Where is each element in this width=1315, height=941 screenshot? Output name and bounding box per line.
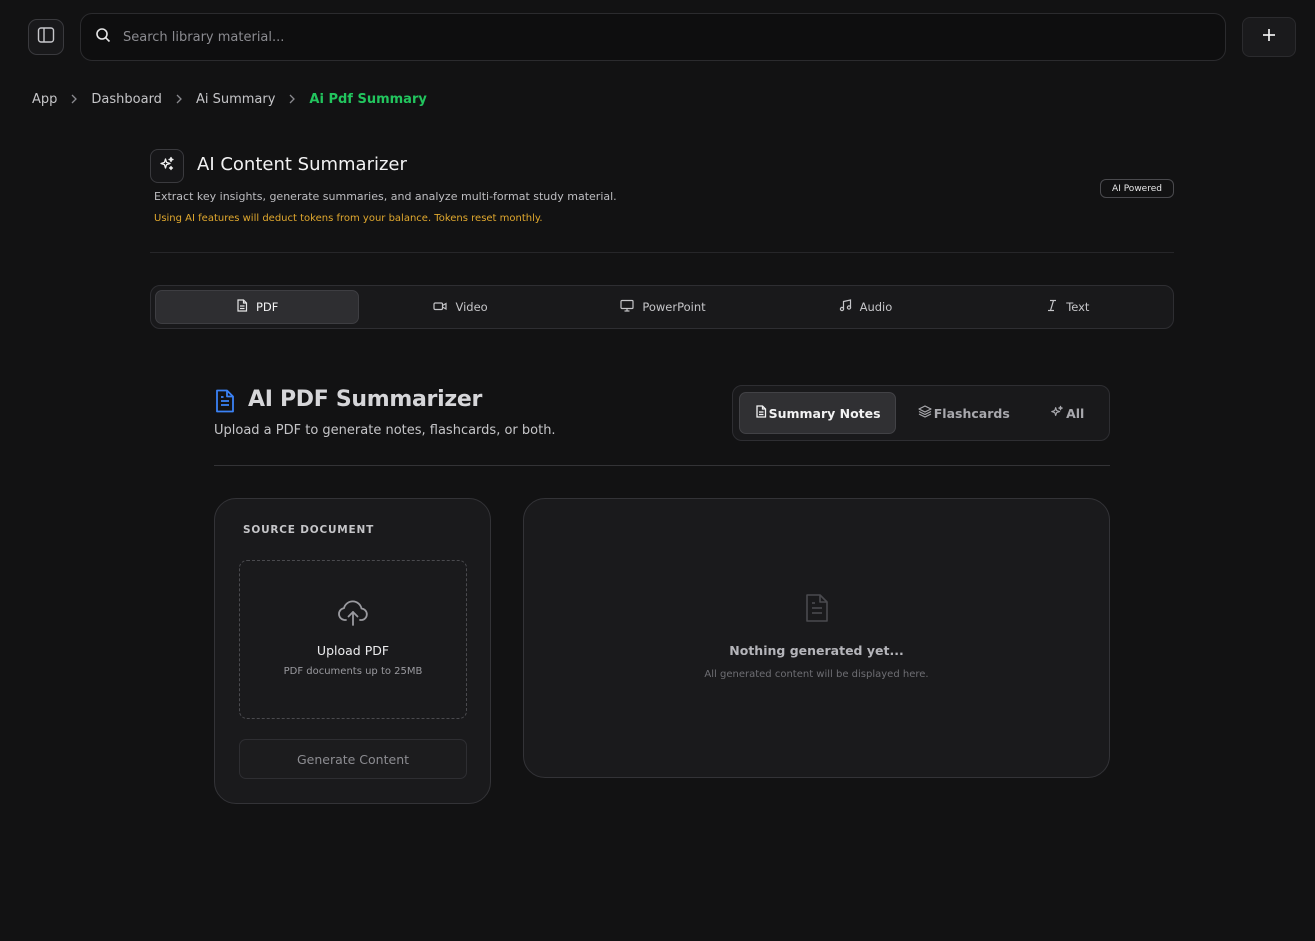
sparkles-icon <box>1050 405 1064 422</box>
summarizer-title: AI PDF Summarizer <box>248 387 483 412</box>
layers-icon <box>918 405 932 421</box>
tab-pdf[interactable]: PDF <box>155 290 360 324</box>
summarizer-subtitle: Upload a PDF to generate notes, flashcar… <box>214 423 556 438</box>
new-item-button[interactable] <box>1242 17 1296 57</box>
source-document-card: SOURCE DOCUMENT Upload PDF PDF documents… <box>214 498 491 804</box>
tab-label: Text <box>1066 300 1090 314</box>
tab-audio[interactable]: Audio <box>764 290 966 324</box>
chevron-right-icon <box>275 94 309 104</box>
empty-state-subtitle: All generated content will be displayed … <box>704 669 929 680</box>
video-icon <box>433 300 448 315</box>
page-description: Extract key insights, generate summaries… <box>154 190 617 203</box>
mode-label: Flashcards <box>933 405 1010 421</box>
ai-powered-badge: AI Powered <box>1100 179 1174 198</box>
file-text-icon <box>236 299 248 315</box>
sparkles-icon <box>159 156 175 176</box>
source-label: SOURCE DOCUMENT <box>243 524 375 536</box>
mode-flashcards[interactable]: Flashcards <box>900 392 1027 434</box>
token-warning: Using AI features will deduct tokens fro… <box>154 213 543 224</box>
search-icon <box>95 27 111 47</box>
tab-label: PowerPoint <box>642 300 706 314</box>
empty-state-title: Nothing generated yet... <box>729 643 904 658</box>
cloud-upload-icon <box>337 599 369 631</box>
output-panel: Nothing generated yet... All generated c… <box>523 498 1110 778</box>
italic-text-icon <box>1046 299 1058 315</box>
header-divider <box>150 252 1174 253</box>
mode-label: All <box>1066 405 1085 421</box>
presentation-icon <box>620 299 634 315</box>
search-input[interactable] <box>121 28 1225 46</box>
pdf-upload-dropzone[interactable]: Upload PDF PDF documents up to 25MB <box>239 560 467 719</box>
breadcrumb-ai-summary[interactable]: Ai Summary <box>196 92 275 107</box>
upload-hint: PDF documents up to 25MB <box>283 666 423 677</box>
mode-label: Summary Notes <box>768 405 881 421</box>
tab-label: Audio <box>859 300 893 314</box>
page-title: AI Content Summarizer <box>197 154 407 175</box>
chevron-right-icon <box>162 94 196 104</box>
plus-icon <box>1261 27 1277 47</box>
music-icon <box>839 299 852 315</box>
mode-all[interactable]: All <box>1031 392 1103 434</box>
file-text-icon <box>804 593 830 627</box>
sidebar-toggle-button[interactable] <box>28 19 64 55</box>
upload-title: Upload PDF <box>316 643 390 658</box>
breadcrumb-dashboard[interactable]: Dashboard <box>91 92 162 107</box>
mode-summary-notes[interactable]: Summary Notes <box>739 392 897 434</box>
file-text-icon <box>215 389 235 417</box>
breadcrumb: App Dashboard Ai Summary Ai Pdf Summary <box>32 89 427 109</box>
breadcrumb-ai-pdf-summary: Ai Pdf Summary <box>309 91 427 107</box>
header-icon-box <box>150 149 184 183</box>
tab-label: PDF <box>256 300 279 314</box>
format-tabs: PDF Video PowerPoint Audio Text <box>150 285 1174 329</box>
breadcrumb-app[interactable]: App <box>32 92 57 107</box>
sidebar-icon <box>37 26 55 48</box>
search-bar[interactable] <box>80 13 1226 61</box>
tab-video[interactable]: Video <box>359 290 561 324</box>
mode-tabs: Summary Notes Flashcards All <box>732 385 1110 441</box>
chevron-right-icon <box>57 94 91 104</box>
generate-content-button[interactable]: Generate Content <box>239 739 467 779</box>
tab-powerpoint[interactable]: PowerPoint <box>562 290 764 324</box>
tab-label: Video <box>455 300 488 314</box>
file-text-icon <box>755 405 767 421</box>
summarizer-divider <box>214 465 1110 466</box>
tab-text[interactable]: Text <box>967 290 1169 324</box>
